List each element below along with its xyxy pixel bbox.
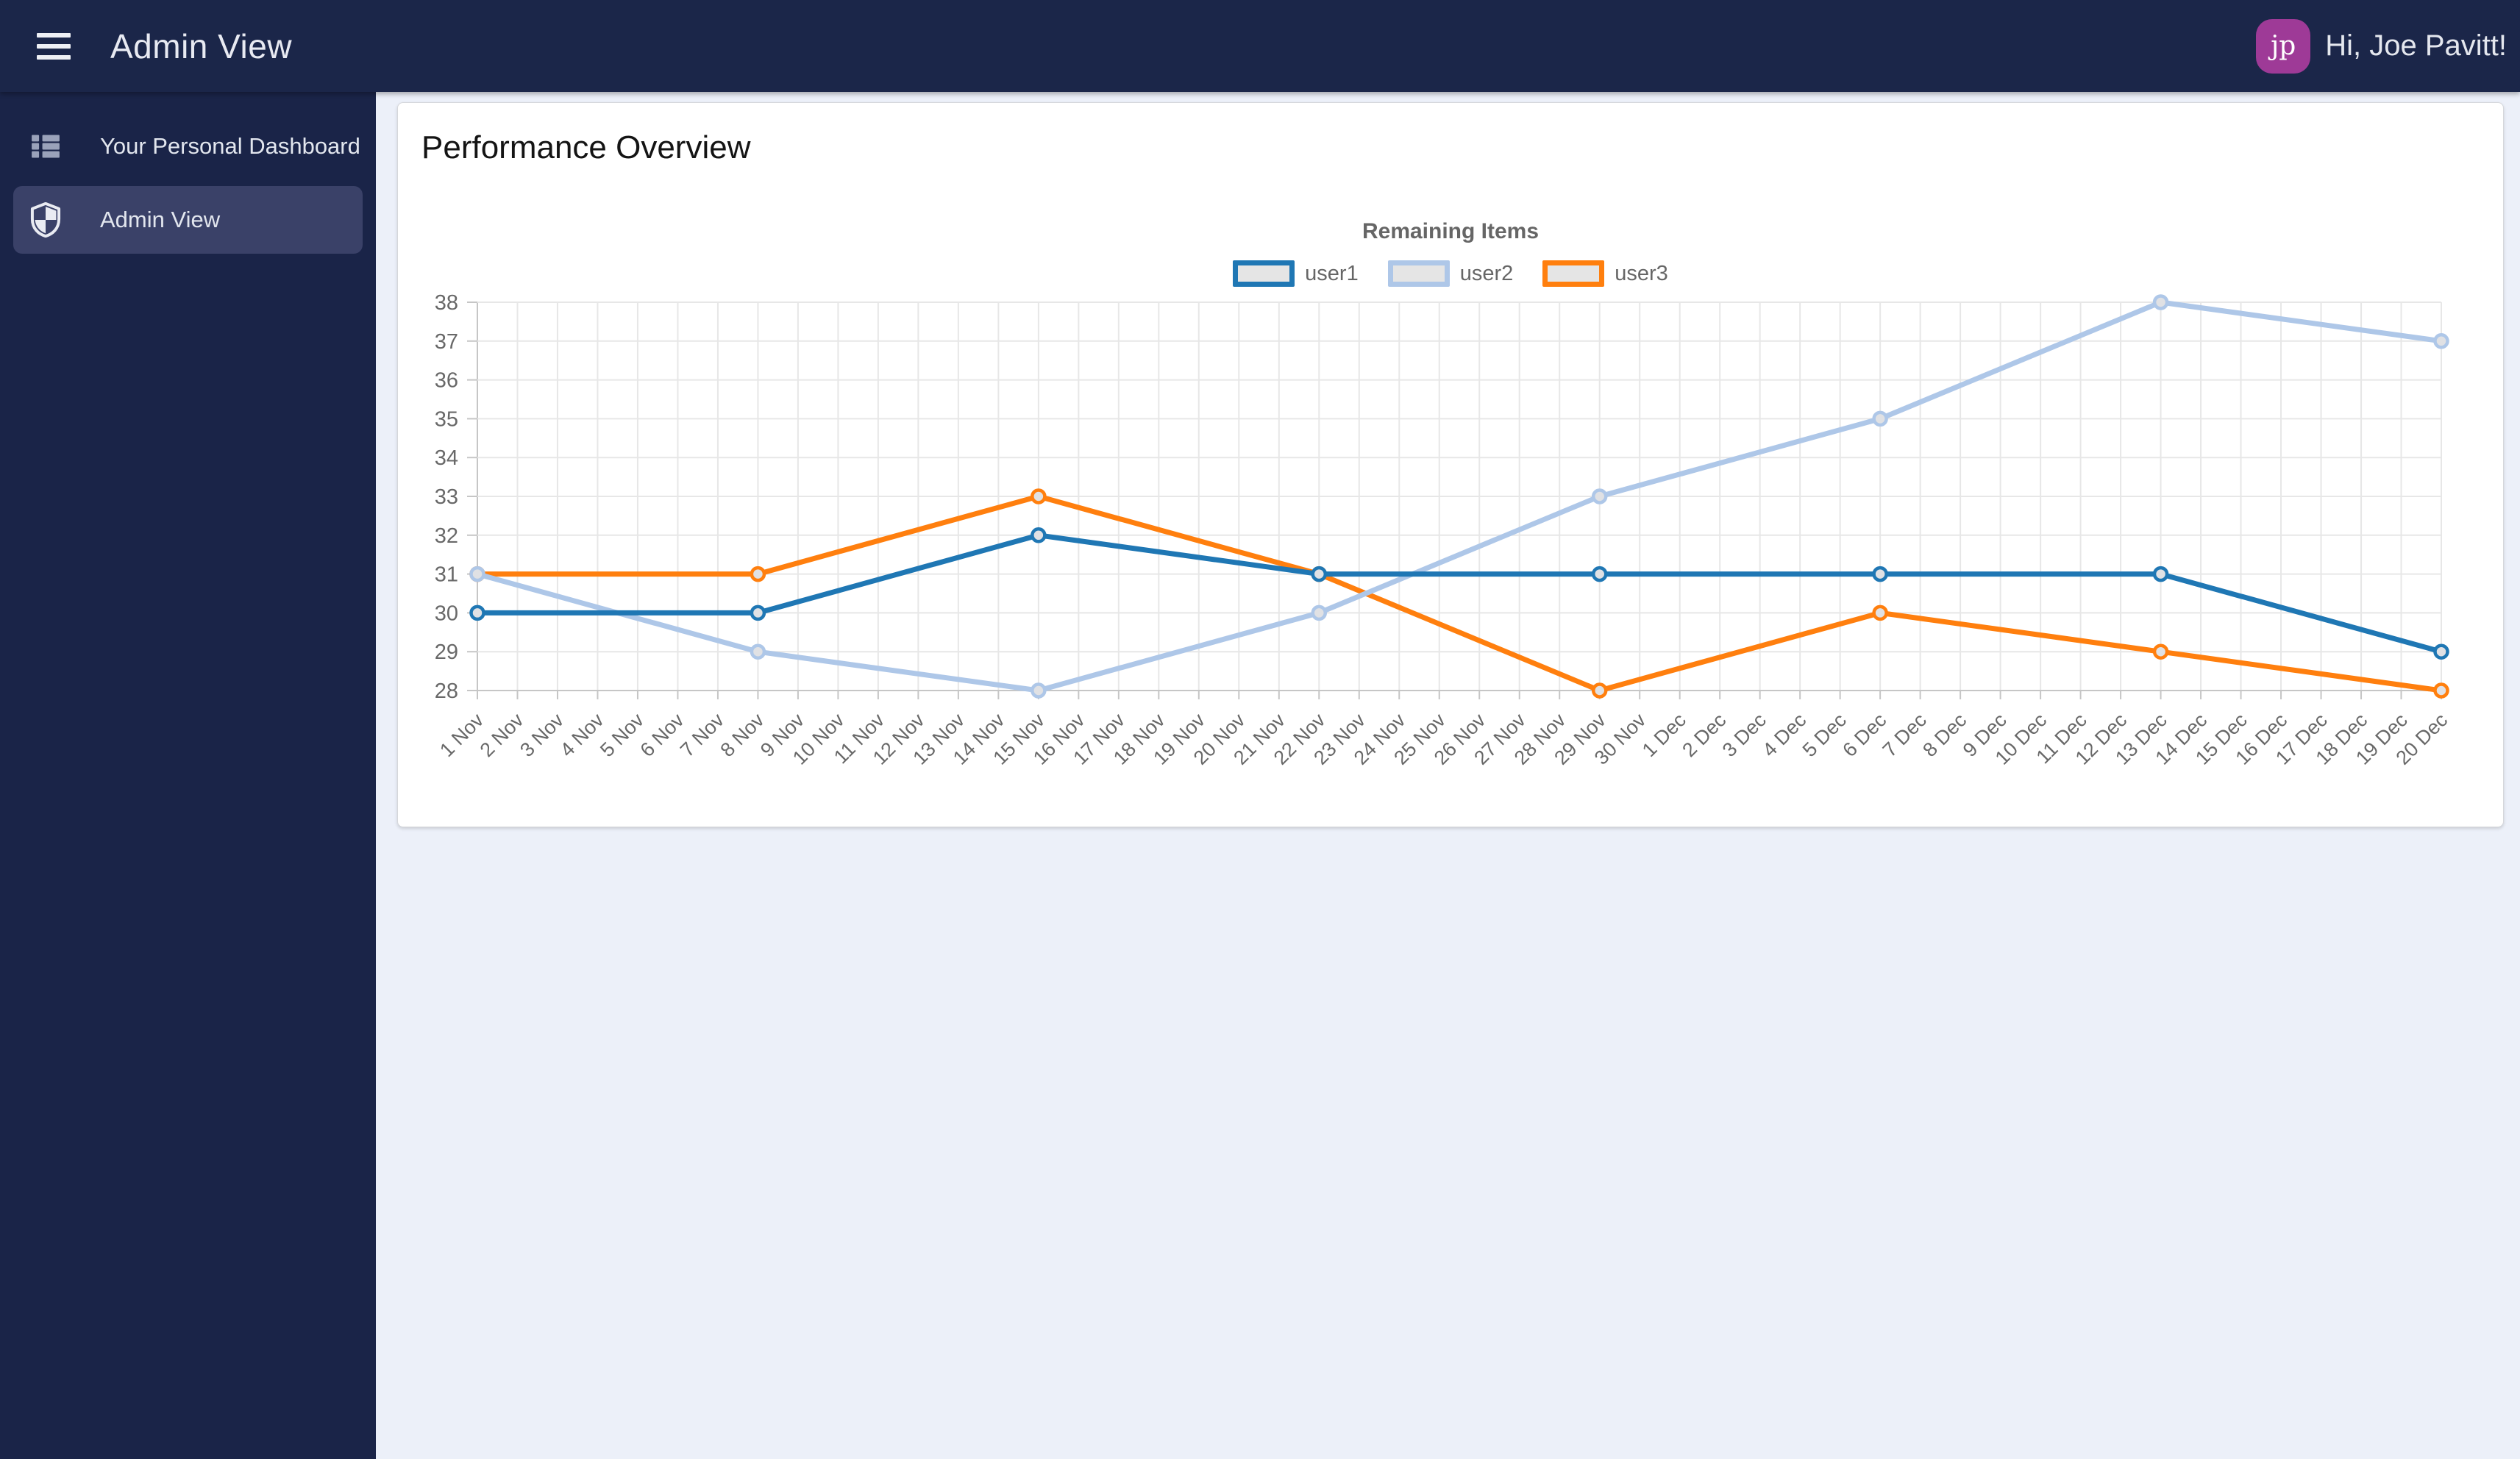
performance-card: Performance Overview Remaining Items use… [397, 102, 2504, 827]
legend-item-user3[interactable]: user3 [1542, 260, 1668, 287]
legend-item-user2[interactable]: user2 [1387, 260, 1514, 287]
svg-text:29: 29 [435, 641, 458, 664]
sidebar-item-personal-dashboard[interactable]: Your Personal Dashboard [13, 113, 363, 180]
svg-text:28: 28 [435, 679, 458, 703]
sidebar-item-label: Your Personal Dashboard [100, 133, 360, 159]
svg-text:4 Dec: 4 Dec [1758, 709, 1810, 761]
dashboard-list-icon [29, 129, 62, 164]
chart-legend: user1 user2 user3 [398, 260, 2503, 287]
svg-text:3 Nov: 3 Nov [516, 709, 568, 761]
svg-text:3 Dec: 3 Dec [1718, 709, 1770, 761]
svg-text:1 Dec: 1 Dec [1638, 709, 1690, 761]
avatar-initials: jp [2271, 31, 2296, 61]
svg-text:34: 34 [435, 446, 458, 470]
legend-item-user1[interactable]: user1 [1233, 260, 1359, 287]
app-root: Admin View jp Hi, Joe Pavitt! Your Perso… [0, 0, 2520, 1459]
svg-text:30: 30 [435, 602, 458, 625]
svg-text:37: 37 [435, 330, 458, 354]
svg-text:7 Nov: 7 Nov [676, 709, 728, 761]
remaining-items-chart[interactable]: 28 29 30 31 32 33 34 35 36 37 38 1 Nov2 Nov3 Nov4 N… [398, 291, 2505, 813]
svg-text:1 Nov: 1 Nov [435, 709, 488, 761]
chart-title: Remaining Items [1362, 219, 1540, 243]
legend-label: user2 [1459, 261, 1514, 285]
svg-text:8 Nov: 8 Nov [716, 709, 769, 761]
content-area: Performance Overview Remaining Items use… [376, 92, 2520, 1459]
svg-text:8 Dec: 8 Dec [1918, 709, 1971, 761]
legend-swatch [1387, 260, 1450, 287]
svg-text:2 Nov: 2 Nov [476, 709, 528, 761]
user-avatar[interactable]: jp [2256, 18, 2311, 74]
svg-text:36: 36 [435, 369, 458, 393]
sidebar-item-label: Admin View [100, 207, 221, 232]
svg-text:33: 33 [435, 485, 458, 509]
svg-text:4 Nov: 4 Nov [556, 709, 608, 761]
top-bar: Admin View jp Hi, Joe Pavitt! [0, 0, 2520, 92]
legend-label: user1 [1305, 261, 1359, 285]
svg-text:32: 32 [435, 524, 458, 548]
svg-text:6 Nov: 6 Nov [636, 709, 688, 761]
legend-swatch [1542, 260, 1605, 287]
menu-icon [37, 32, 71, 38]
svg-text:2 Dec: 2 Dec [1678, 709, 1730, 761]
svg-text:31: 31 [435, 563, 458, 587]
menu-button[interactable] [22, 15, 84, 77]
user-greeting: Hi, Joe Pavitt! [2325, 29, 2507, 62]
card-title: Performance Overview [421, 129, 751, 165]
app-title: Admin View [110, 26, 293, 65]
svg-text:6 Dec: 6 Dec [1838, 709, 1890, 761]
svg-text:5 Nov: 5 Nov [596, 709, 648, 761]
svg-text:7 Dec: 7 Dec [1879, 709, 1931, 761]
legend-swatch [1233, 260, 1295, 287]
shield-icon [29, 202, 62, 238]
sidebar: Your Personal Dashboard Admin View [0, 92, 376, 1459]
svg-text:5 Dec: 5 Dec [1798, 709, 1851, 761]
legend-label: user3 [1615, 261, 1668, 285]
svg-text:38: 38 [435, 291, 458, 315]
svg-text:35: 35 [435, 407, 458, 431]
sidebar-item-admin-view[interactable]: Admin View [13, 186, 363, 254]
